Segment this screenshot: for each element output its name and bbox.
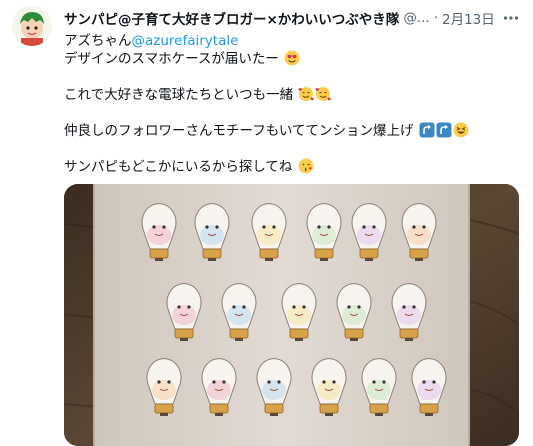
tweet-photo[interactable] [64,184,519,446]
mention-link[interactable]: @azurefairytale [132,33,239,49]
tweet-header: サンパピ@子育て大好きブロガー×かわいいつぶやき隊 @... · 2月13日 [64,8,497,28]
grinning-squint-emoji-icon [453,122,469,138]
tweet-line-5: サンパピもどこかにいるから探してね [64,158,519,176]
tweet-line-3: これで大好きな電球たちといつも一緒 [64,86,519,104]
display-name[interactable]: サンパピ@子育て大好きブロガー×かわいいつぶやき隊 [64,8,399,28]
up-arrow-emoji-icon [419,122,435,138]
more-horizontal-icon[interactable] [501,8,521,28]
tweet-line-2: デザインのスマホケースが届いたー [64,50,519,68]
tweet-line-1-text: アズちゃん [64,33,132,49]
kissing-heart-emoji-icon [298,158,314,174]
phone-case-photo [64,184,519,446]
tweet-line-1: アズちゃん@azurefairytale [64,32,519,50]
up-arrow-emoji-icon [436,122,452,138]
avatar[interactable] [12,6,52,46]
tweet-line-4-text: 仲良しのフォロワーさんモチーフもいててンション爆上げ [64,123,414,139]
tweet-date[interactable]: 2月13日 [442,8,495,28]
user-handle[interactable]: @... [403,10,429,26]
tweet-line-3-text: これで大好きな電球たちといつも一緒 [64,87,294,103]
smiling-hearts-emoji-icon [315,87,332,101]
tweet-text: アズちゃん@azurefairytale デザインのスマホケースが届いたー これ… [64,32,519,176]
heart-eyes-emoji-icon [284,50,300,66]
smiling-hearts-emoji-icon [298,87,315,101]
separator-dot: · [433,10,438,26]
avatar-illustration [12,6,52,46]
tweet-line-4: 仲良しのフォロワーさんモチーフもいててンション爆上げ [64,122,519,140]
tweet-line-5-text: サンパピもどこかにいるから探してね [64,159,293,175]
tweet-line-2-text: デザインのスマホケースが届いたー [64,51,279,67]
